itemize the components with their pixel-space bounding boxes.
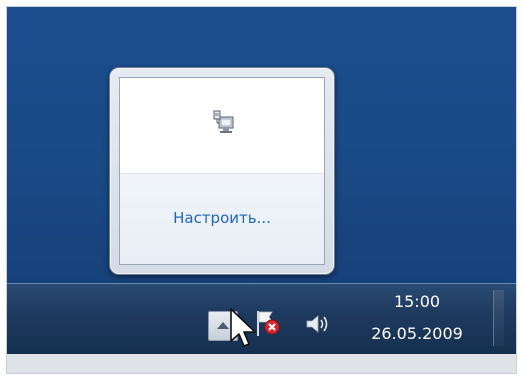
network-icon[interactable] — [210, 108, 238, 136]
hidden-icons-area — [120, 78, 324, 173]
popup-footer: Настроить... — [120, 174, 324, 264]
notification-area-overflow-popup: Настроить... — [109, 67, 335, 275]
popup-content: Настроить... — [119, 77, 325, 265]
taskbar-clock[interactable]: 15:00 26.05.2009 — [362, 288, 472, 350]
show-desktop-button[interactable] — [493, 290, 504, 346]
chevron-up-icon — [217, 322, 229, 329]
clock-time: 15:00 — [393, 292, 441, 311]
mouse-cursor-icon — [229, 307, 259, 359]
clock-date: 26.05.2009 — [371, 324, 463, 343]
customize-link[interactable]: Настроить... — [120, 209, 324, 227]
taskbar: 15:00 26.05.2009 — [7, 283, 516, 354]
speaker-icon[interactable] — [302, 310, 332, 338]
screenshot-frame: Настроить... 15:00 26.05.2009 — [6, 6, 517, 374]
